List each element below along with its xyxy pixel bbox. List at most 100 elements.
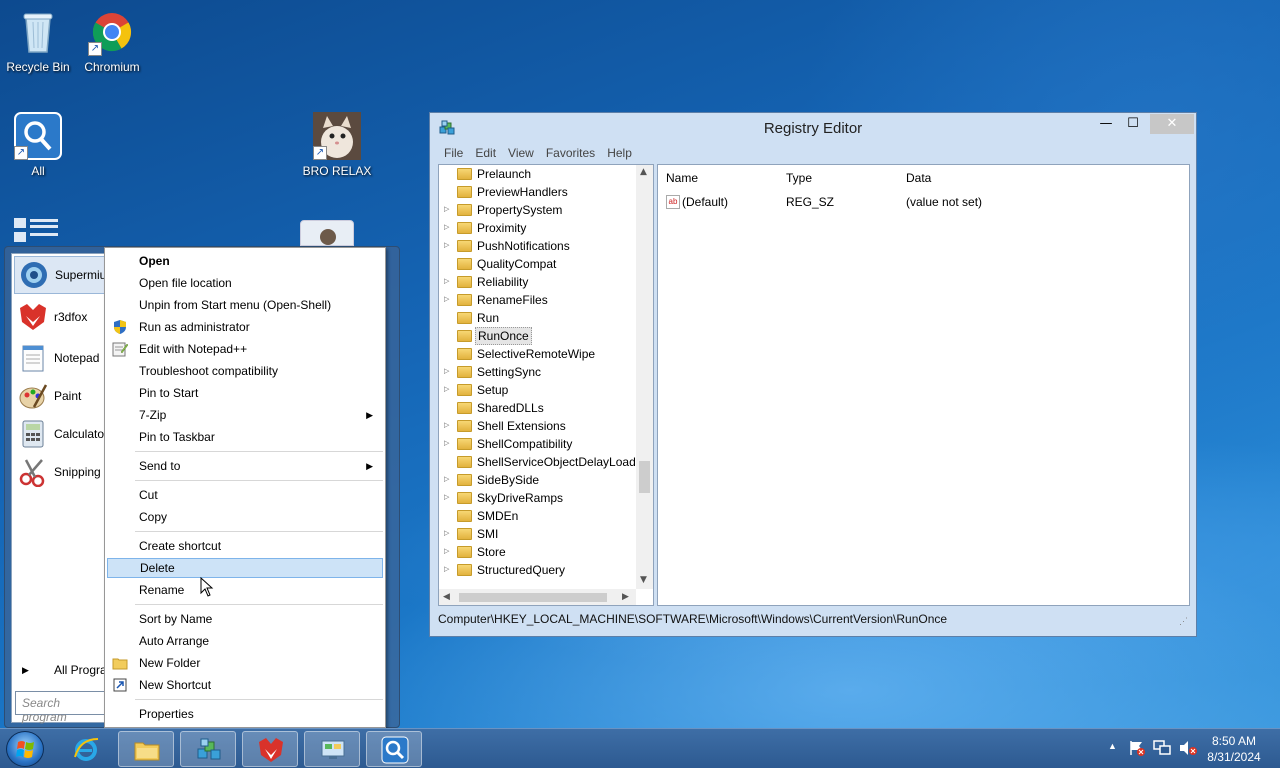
menu-favorites[interactable]: Favorites [540, 145, 601, 163]
menu-item-troubleshoot[interactable]: Troubleshoot compatibility [107, 361, 383, 381]
menu-item-auto-arrange[interactable]: Auto Arrange [107, 631, 383, 651]
expand-arrow-icon[interactable]: ▷ [444, 489, 449, 507]
registry-tree-pane[interactable]: Prelaunch PreviewHandlers ▷ PropertySystem ▷… [438, 164, 654, 606]
tree-item[interactable]: ▷ SMI [439, 525, 635, 543]
tree-item[interactable]: ▷ Proximity [439, 219, 635, 237]
menu-item-pin-to-start[interactable]: Pin to Start [107, 383, 383, 403]
taskbar-file-explorer[interactable] [118, 731, 174, 767]
menu-item-open-file-location[interactable]: Open file location [107, 273, 383, 293]
desktop-icon-bro-relax[interactable]: ↗ BRO RELAX [299, 112, 375, 178]
scroll-up-icon[interactable]: ▲ [640, 167, 647, 177]
expand-arrow-icon[interactable]: ▷ [444, 525, 449, 543]
tree-item[interactable]: ShellServiceObjectDelayLoad [439, 453, 636, 471]
menu-item-rename[interactable]: Rename [107, 580, 383, 600]
tree-item[interactable]: PreviewHandlers [439, 183, 635, 201]
start-item-snipping-tool[interactable]: Snipping T [14, 453, 114, 491]
tree-item[interactable]: ▷ RenameFiles [439, 291, 635, 309]
desktop-icon-partial-user[interactable] [300, 220, 354, 246]
menu-item-copy[interactable]: Copy [107, 507, 383, 527]
tree-item[interactable]: ▷ StructuredQuery [439, 561, 635, 579]
tree-item[interactable]: ▷ Setup [439, 381, 635, 399]
start-button[interactable] [6, 731, 44, 767]
volume-muted-icon[interactable] [1178, 739, 1198, 759]
tree-item[interactable]: ▷ SkyDriveRamps [439, 489, 635, 507]
expand-arrow-icon[interactable]: ▷ [444, 363, 449, 381]
registry-values-pane[interactable]: Name Type Data ab (Default) REG_SZ (valu… [657, 164, 1190, 606]
expand-arrow-icon[interactable]: ▷ [444, 291, 449, 309]
taskbar-search[interactable] [366, 731, 422, 767]
network-icon[interactable] [1152, 739, 1172, 759]
expand-arrow-icon[interactable]: ▷ [444, 543, 449, 561]
menu-item-open[interactable]: Open [107, 251, 383, 271]
tree-item[interactable]: RunOnce [439, 327, 635, 345]
menu-item-create-shortcut[interactable]: Create shortcut [107, 536, 383, 556]
tray-show-hidden-icon[interactable]: ▲ [1108, 741, 1117, 768]
tree-item[interactable]: ▷ ShellCompatibility [439, 435, 635, 453]
start-item-paint[interactable]: Paint [14, 377, 114, 415]
registry-value-row[interactable]: ab (Default) REG_SZ (value not set) [658, 192, 1188, 212]
menu-item-cut[interactable]: Cut [107, 485, 383, 505]
menu-item-new-folder[interactable]: New Folder [107, 653, 383, 673]
start-item-supermium[interactable]: Supermium [14, 256, 114, 294]
menu-item-sort-by-name[interactable]: Sort by Name [107, 609, 383, 629]
menu-item-7zip[interactable]: 7-Zip ▶ [107, 405, 383, 425]
tree-item[interactable]: ▷ Store [439, 543, 635, 561]
tree-vertical-scrollbar[interactable]: ▲ ▼ [636, 165, 653, 589]
menu-file[interactable]: File [438, 145, 469, 163]
menu-edit[interactable]: Edit [469, 145, 502, 163]
desktop-icon-chromium[interactable]: ↗ Chromium [74, 8, 150, 74]
expand-arrow-icon[interactable]: ▷ [444, 237, 449, 255]
menu-item-run-as-admin[interactable]: Run as administrator [107, 317, 383, 337]
expand-arrow-icon[interactable]: ▷ [444, 471, 449, 489]
start-search-input[interactable]: Search program [15, 691, 115, 724]
expand-arrow-icon[interactable]: ▷ [444, 381, 449, 399]
title-bar[interactable]: Registry Editor — ☐ ✕ [430, 113, 1196, 143]
desktop-icon-partial[interactable] [14, 216, 58, 244]
taskbar-control-panel[interactable] [304, 731, 360, 767]
tree-horizontal-scrollbar[interactable]: ◀ ▶ [439, 589, 636, 605]
menu-item-properties[interactable]: Properties [107, 704, 383, 724]
taskbar-internet-explorer[interactable] [58, 731, 114, 767]
desktop-icon-all[interactable]: ↗ All [0, 112, 76, 178]
tree-item[interactable]: SharedDLLs [439, 399, 635, 417]
close-button[interactable]: ✕ [1150, 114, 1194, 134]
start-all-programs[interactable]: ▶ All Progra [14, 651, 114, 689]
minimize-button[interactable]: — [1094, 114, 1118, 134]
tree-item[interactable]: SMDEn [439, 507, 635, 525]
scroll-thumb[interactable] [639, 461, 650, 493]
scroll-down-icon[interactable]: ▼ [640, 575, 647, 585]
tree-item[interactable]: ▷ SettingSync [439, 363, 635, 381]
column-header-data[interactable]: Data [906, 171, 931, 185]
taskbar-registry-editor[interactable] [180, 731, 236, 767]
expand-arrow-icon[interactable]: ▷ [444, 435, 449, 453]
menu-help[interactable]: Help [601, 145, 638, 163]
expand-arrow-icon[interactable]: ▷ [444, 201, 449, 219]
taskbar-r3dfox[interactable] [242, 731, 298, 767]
start-item-notepad[interactable]: Notepad [14, 339, 114, 377]
menu-item-send-to[interactable]: Send to ▶ [107, 456, 383, 476]
scroll-right-icon[interactable]: ▶ [622, 592, 629, 602]
action-center-icon[interactable] [1128, 739, 1146, 759]
menu-item-delete[interactable]: Delete [107, 558, 383, 578]
menu-item-unpin-start[interactable]: Unpin from Start menu (Open-Shell) [107, 295, 383, 315]
menu-item-new-shortcut[interactable]: New Shortcut [107, 675, 383, 695]
column-header-type[interactable]: Type [786, 171, 812, 185]
menu-item-edit-notepadpp[interactable]: Edit with Notepad++ [107, 339, 383, 359]
scroll-thumb[interactable] [459, 593, 607, 602]
resize-grip-icon[interactable]: ⋰ [1179, 612, 1188, 630]
menu-item-pin-to-taskbar[interactable]: Pin to Taskbar [107, 427, 383, 447]
tree-item[interactable]: Prelaunch [439, 165, 635, 183]
tree-item[interactable]: Run [439, 309, 635, 327]
tree-item[interactable]: ▷ PropertySystem [439, 201, 635, 219]
menu-view[interactable]: View [502, 145, 540, 163]
expand-arrow-icon[interactable]: ▷ [444, 561, 449, 579]
tree-item[interactable]: SelectiveRemoteWipe [439, 345, 635, 363]
expand-arrow-icon[interactable]: ▷ [444, 273, 449, 291]
maximize-button[interactable]: ☐ [1120, 114, 1146, 134]
tree-item[interactable]: ▷ Reliability [439, 273, 635, 291]
tree-item[interactable]: ▷ Shell Extensions [439, 417, 635, 435]
taskbar-clock[interactable]: 8:50 AM 8/31/2024 [1200, 733, 1268, 765]
expand-arrow-icon[interactable]: ▷ [444, 417, 449, 435]
desktop-icon-recycle-bin[interactable]: Recycle Bin [0, 8, 76, 74]
expand-arrow-icon[interactable]: ▷ [444, 219, 449, 237]
